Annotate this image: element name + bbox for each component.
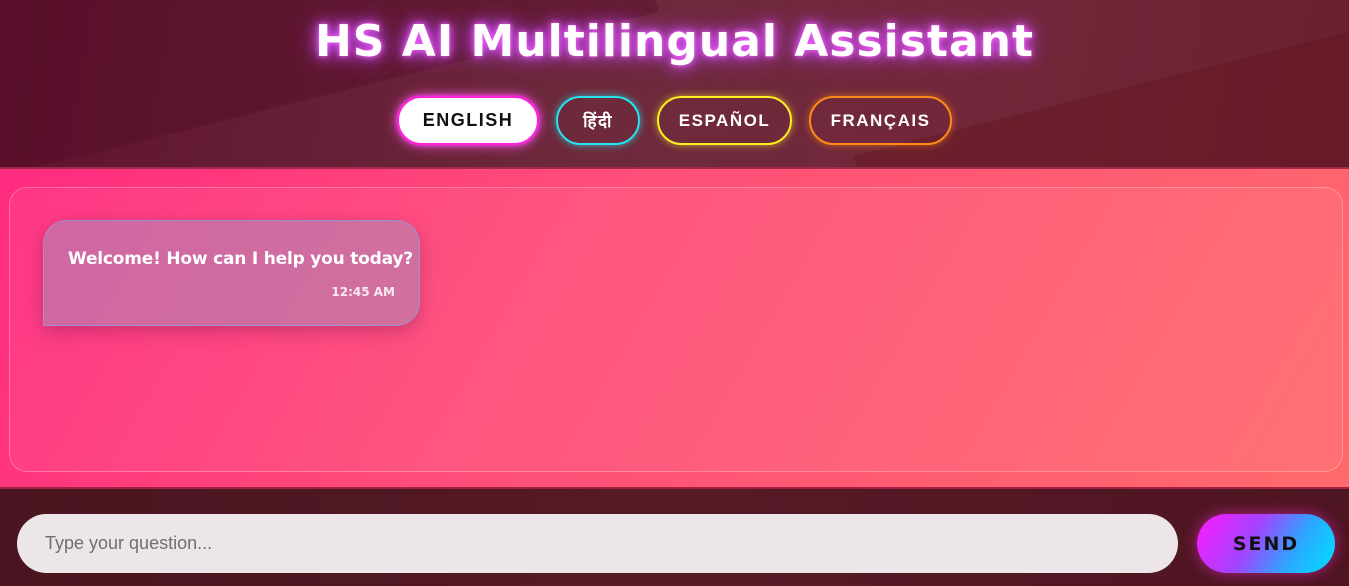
chat-area: Welcome! How can I help you today? 12:45… <box>0 169 1349 489</box>
language-button-spanish[interactable]: ESPAÑOL <box>657 96 792 145</box>
language-button-french[interactable]: FRANÇAIS <box>809 96 952 145</box>
language-button-hindi[interactable]: हिंदी <box>556 96 640 145</box>
app-header: HS AI Multilingual Assistant ENGLISH हिं… <box>0 0 1349 169</box>
send-button[interactable]: SEND <box>1197 514 1335 573</box>
message-text: Welcome! How can I help you today? <box>68 249 413 269</box>
input-bar: SEND <box>0 489 1349 586</box>
question-input[interactable] <box>17 514 1178 573</box>
language-selector: ENGLISH हिंदी ESPAÑOL FRANÇAIS <box>0 96 1349 145</box>
app-title: HS AI Multilingual Assistant <box>314 16 1035 67</box>
language-button-english[interactable]: ENGLISH <box>397 96 539 145</box>
bot-message-bubble: Welcome! How can I help you today? 12:45… <box>43 220 420 326</box>
message-timestamp: 12:45 AM <box>331 285 395 299</box>
chat-messages-panel[interactable]: Welcome! How can I help you today? 12:45… <box>9 187 1343 472</box>
